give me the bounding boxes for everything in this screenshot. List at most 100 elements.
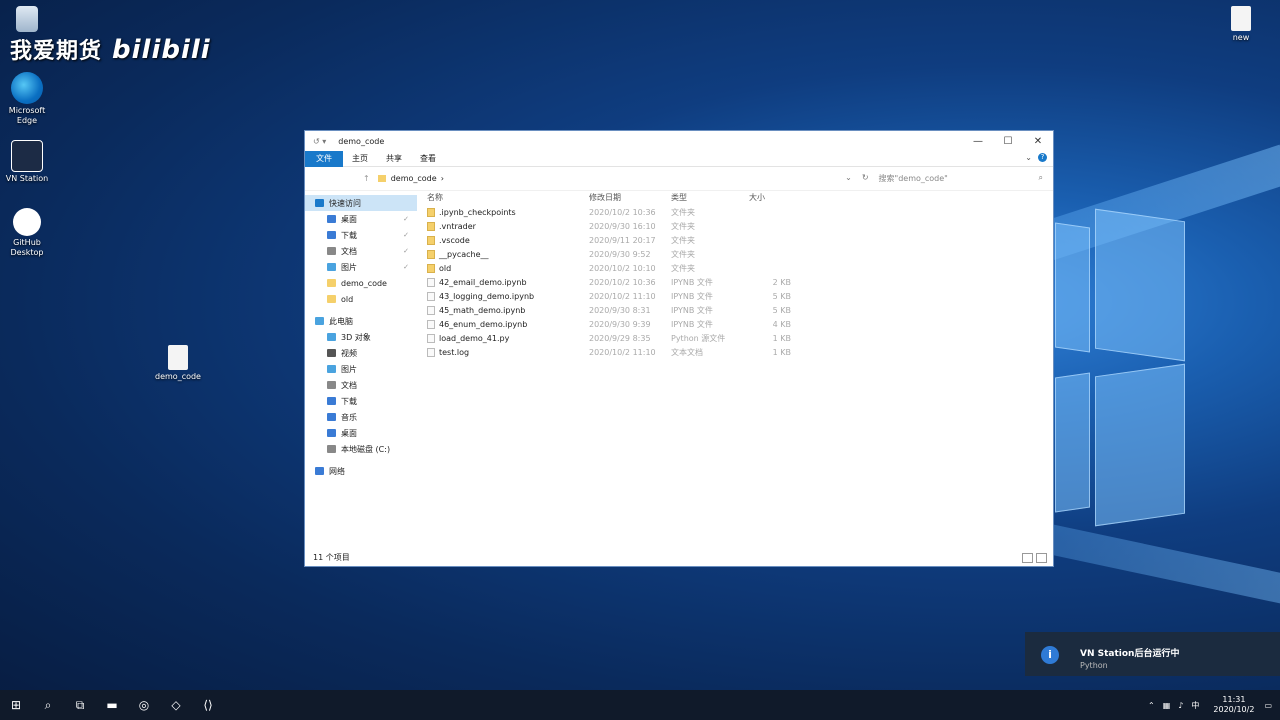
sidebar-item[interactable]: 图片 — [305, 361, 417, 377]
help-icon[interactable]: ? — [1038, 153, 1047, 162]
column-type[interactable]: 类型 — [671, 192, 749, 203]
explorer-taskbar-icon[interactable]: ▬ — [96, 690, 128, 720]
address-bar[interactable]: ↑ demo_code › ⌄ ↻ 搜索"demo_code" ⌕ — [305, 167, 1053, 191]
column-headers: 名称 修改日期 类型 大小 — [417, 189, 1053, 205]
desktop-icon-new[interactable]: new — [1214, 6, 1268, 43]
desktop-icon-demo-code[interactable]: demo_code — [150, 345, 206, 382]
file-row[interactable]: old 2020/10/2 10:10 文件夹 — [417, 261, 1053, 275]
close-button[interactable]: ✕ — [1023, 131, 1053, 151]
clock[interactable]: 11:31 2020/10/2 — [1213, 695, 1254, 715]
system-tray: ⌃ ▦ ♪ 中 11:31 2020/10/2 ▭ — [1148, 690, 1280, 720]
up-arrow-icon[interactable]: ↑ — [363, 174, 370, 183]
title-bar[interactable]: ↺ ▾ demo_code — ☐ ✕ — [305, 131, 1053, 151]
pin-icon[interactable]: ✓ — [403, 215, 409, 223]
sidebar-item[interactable]: 此电脑 — [305, 313, 417, 329]
tray-chevron-icon[interactable]: ⌃ — [1148, 701, 1155, 710]
navigation-pane: 快速访问 桌面 ✓ 下载 ✓ 文档 ✓ 图片 ✓ demo_code old 此电脑 3D 对象 视频 图片… — [305, 191, 417, 537]
input-method-icon[interactable]: 中 — [1191, 700, 1199, 711]
breadcrumb-separator[interactable]: › — [441, 174, 444, 183]
column-size[interactable]: 大小 — [749, 192, 791, 203]
file-row[interactable]: .vscode 2020/9/11 20:17 文件夹 — [417, 233, 1053, 247]
sidebar-item[interactable]: 快速访问 — [305, 195, 417, 211]
file-date: 2020/10/2 10:36 — [589, 207, 656, 217]
sidebar-item[interactable]: 图片 ✓ — [305, 259, 417, 275]
file-type: 文件夹 — [671, 221, 695, 231]
expand-ribbon-icon[interactable]: ⌄ — [1025, 153, 1032, 162]
edge-taskbar-icon[interactable]: ◎ — [128, 690, 160, 720]
status-bar-count: 11 个项目 — [313, 553, 350, 562]
sidebar-item[interactable]: demo_code — [305, 275, 417, 291]
sidebar-item[interactable]: 文档 — [305, 377, 417, 393]
task-view-icon[interactable]: ⧉ — [64, 690, 96, 720]
file-row[interactable]: test.log 2020/10/2 11:10 文本文档 1 KB — [417, 345, 1053, 359]
tab-view[interactable]: 查看 — [411, 151, 445, 167]
file-row[interactable]: .vntrader 2020/9/30 16:10 文件夹 — [417, 219, 1053, 233]
refresh-icon[interactable]: ↻ — [862, 173, 869, 184]
sidebar-item[interactable]: 文档 ✓ — [305, 243, 417, 259]
volume-icon[interactable]: ♪ — [1178, 701, 1183, 710]
desktop-icon-edge[interactable]: Microsoft Edge — [0, 72, 54, 126]
sidebar-item-label: 音乐 — [341, 412, 357, 422]
sidebar-item[interactable]: 3D 对象 — [305, 329, 417, 345]
quick-access-toolbar[interactable]: ↺ ▾ — [313, 137, 326, 146]
minimize-button[interactable]: — — [963, 131, 993, 151]
sidebar-item-icon — [327, 231, 336, 239]
search-icon[interactable]: ⌕ — [32, 690, 64, 720]
network-icon[interactable]: ▦ — [1163, 701, 1171, 710]
vnstation-taskbar-icon[interactable]: ◇ — [160, 690, 192, 720]
desktop-icon-github[interactable]: GitHub Desktop — [0, 208, 54, 258]
file-row[interactable]: .ipynb_checkpoints 2020/10/2 10:36 文件夹 — [417, 205, 1053, 219]
pin-icon[interactable]: ✓ — [403, 263, 409, 271]
tiles-view-icon[interactable] — [1036, 553, 1047, 563]
sidebar-item-label: 视频 — [341, 348, 357, 358]
tab-share[interactable]: 共享 — [377, 151, 411, 167]
sidebar-item[interactable]: 桌面 ✓ — [305, 211, 417, 227]
sidebar-item[interactable]: 视频 — [305, 345, 417, 361]
sidebar-item-icon — [315, 467, 324, 475]
pin-icon[interactable]: ✓ — [403, 231, 409, 239]
file-icon — [1231, 6, 1251, 31]
desktop-icon-recycle-bin[interactable] — [0, 6, 54, 34]
file-row[interactable]: 43_logging_demo.ipynb 2020/10/2 11:10 IPYN… — [417, 289, 1053, 303]
sidebar-item[interactable]: 网络 — [305, 463, 417, 479]
start-icon[interactable]: ⊞ — [0, 690, 32, 720]
search-input[interactable]: 搜索"demo_code" — [879, 173, 1029, 184]
desktop-icon-vnstation[interactable]: VN Station — [0, 140, 54, 184]
desktop-icon-label: VN Station — [5, 174, 49, 183]
file-name: test.log — [439, 347, 470, 357]
file-row[interactable]: 42_email_demo.ipynb 2020/10/2 10:36 IPYNB … — [417, 275, 1053, 289]
breadcrumb-segment[interactable]: demo_code — [391, 174, 437, 183]
breadcrumb[interactable]: demo_code › — [391, 174, 444, 183]
pin-icon[interactable]: ✓ — [403, 247, 409, 255]
desktop-icon-label: demo_code — [155, 372, 201, 381]
file-row[interactable]: load_demo_41.py 2020/9/29 8:35 Python 源文件 1… — [417, 331, 1053, 345]
column-name[interactable]: 名称 — [417, 192, 589, 203]
file-row[interactable]: __pycache__ 2020/9/30 9:52 文件夹 — [417, 247, 1053, 261]
file-type: 文件夹 — [671, 207, 695, 217]
maximize-button[interactable]: ☐ — [993, 131, 1023, 151]
sidebar-item[interactable]: 桌面 — [305, 425, 417, 441]
file-name: old — [439, 263, 452, 273]
sidebar-item[interactable]: 下载 ✓ — [305, 227, 417, 243]
action-center-icon[interactable]: ▭ — [1264, 701, 1272, 710]
sidebar-item-icon — [315, 317, 324, 325]
sidebar-item[interactable]: old — [305, 291, 417, 307]
vnstation-icon — [11, 140, 43, 172]
column-date[interactable]: 修改日期 — [589, 192, 671, 203]
sidebar-item-icon — [327, 263, 336, 271]
notification-toast[interactable]: i VN Station后台运行中 Python — [1025, 632, 1280, 676]
sidebar-item[interactable]: 本地磁盘 (C:) — [305, 441, 417, 457]
file-row[interactable]: 45_math_demo.ipynb 2020/9/30 8:31 IPYNB 文件… — [417, 303, 1053, 317]
details-view-icon[interactable] — [1022, 553, 1033, 563]
clock-time: 11:31 — [1222, 695, 1246, 704]
tab-home[interactable]: 主页 — [343, 151, 377, 167]
vscode-taskbar-icon[interactable]: ⟨⟩ — [192, 690, 224, 720]
search-icon[interactable]: ⌕ — [1039, 173, 1043, 184]
dropdown-chevron-icon[interactable]: ⌄ — [845, 173, 852, 184]
file-row[interactable]: 46_enum_demo.ipynb 2020/9/30 9:39 IPYNB 文件… — [417, 317, 1053, 331]
sidebar-item[interactable]: 下载 — [305, 393, 417, 409]
tab-file[interactable]: 文件 — [305, 150, 343, 167]
sidebar-item-label: 下载 — [341, 230, 357, 240]
sidebar-item-icon — [327, 279, 336, 287]
sidebar-item[interactable]: 音乐 — [305, 409, 417, 425]
